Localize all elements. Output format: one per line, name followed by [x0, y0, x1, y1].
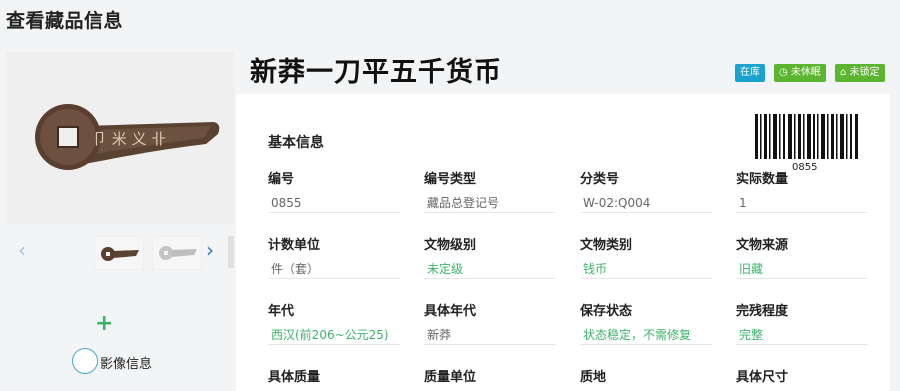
- field-value: 藏品总登记号: [424, 194, 556, 213]
- status-badge-in-stock: 在库: [735, 64, 765, 82]
- field-label: 质地: [580, 370, 607, 385]
- clock-icon: ◷: [779, 67, 788, 78]
- field-value: 旧藏: [736, 260, 868, 279]
- thumbnail-1[interactable]: [94, 236, 144, 270]
- field-label: 具体质量: [268, 370, 321, 385]
- field-label: 分类号: [580, 172, 620, 187]
- svg-text:卩 米 义 卝: 卩 米 义 卝: [92, 130, 166, 148]
- thumbnail-image: [153, 237, 201, 269]
- main-artifact-image[interactable]: 卩 米 义 卝: [6, 52, 234, 224]
- knife-coin-image: 卩 米 义 卝: [6, 52, 234, 224]
- chevron-right-icon[interactable]: ›: [206, 240, 214, 260]
- field-number-type: 编号类型 藏品总登记号: [424, 168, 556, 213]
- thumbnail-image: [95, 237, 143, 269]
- field-integrity: 完残程度 完整: [736, 300, 868, 345]
- status-badge-label: 在库: [740, 67, 760, 78]
- field-preservation-status: 保存状态 状态稳定，不需修复: [580, 300, 712, 345]
- field-value: 状态稳定，不需修复: [580, 326, 712, 345]
- timeline-label-image-info[interactable]: 影像信息: [100, 353, 152, 372]
- barcode-image: [755, 114, 858, 159]
- field-value: 新莽: [424, 326, 556, 345]
- field-relic-category: 文物类别 钱币: [580, 234, 712, 279]
- add-icon[interactable]: +: [95, 313, 113, 335]
- field-label: 质量单位: [424, 370, 477, 385]
- field-relic-source: 文物来源 旧藏: [736, 234, 868, 279]
- field-label: 计数单位: [268, 238, 321, 253]
- field-number: 编号 0855: [268, 168, 400, 213]
- field-label: 年代: [268, 304, 295, 319]
- field-relic-level: 文物级别 未定级: [424, 234, 556, 279]
- field-label: 文物来源: [736, 238, 789, 253]
- chevron-left-icon[interactable]: ‹: [18, 240, 26, 260]
- field-era: 年代 西汉(前206~公元25): [268, 300, 400, 345]
- field-value: 未定级: [424, 260, 556, 279]
- field-specific-size: 具体尺寸: [736, 366, 868, 385]
- field-category-number: 分类号 W-02:Q004: [580, 168, 712, 213]
- thumbnail-strip: ‹ ›: [6, 230, 234, 276]
- field-value: 0855: [268, 194, 400, 213]
- basic-info-card: 基本信息 0855 编号 0855 编号类型 藏品总登记号 分类号 W-02:Q…: [236, 94, 890, 391]
- field-specific-era: 具体年代 新莽: [424, 300, 556, 345]
- field-label: 文物级别: [424, 238, 477, 253]
- field-label: 文物类别: [580, 238, 633, 253]
- thumbnail-3-partial[interactable]: [228, 236, 234, 268]
- field-label: 具体年代: [424, 304, 477, 319]
- field-actual-quantity: 实际数量 1: [736, 168, 868, 213]
- field-count-unit: 计数单位 件（套）: [268, 234, 400, 279]
- lock-icon: ⌂: [840, 67, 847, 78]
- field-specific-mass: 具体质量: [268, 366, 400, 385]
- field-material: 质地: [580, 366, 712, 385]
- page-title: 查看藏品信息: [6, 10, 124, 32]
- field-value: 钱币: [580, 260, 712, 279]
- status-badge-not-dormant: ◷ 未休眠: [774, 64, 826, 82]
- field-label: 具体尺寸: [736, 370, 789, 385]
- section-title-basic-info: 基本信息: [268, 135, 324, 151]
- field-label: 编号类型: [424, 172, 477, 187]
- status-badge-label: 未休眠: [790, 67, 821, 78]
- field-label: 实际数量: [736, 172, 789, 187]
- field-value: W-02:Q004: [580, 194, 712, 213]
- field-value: 完整: [736, 326, 868, 345]
- field-label: 完残程度: [736, 304, 789, 319]
- status-badge-not-locked: ⌂ 未锁定: [835, 64, 885, 82]
- thumbnail-2[interactable]: [152, 236, 202, 270]
- field-value: 1: [736, 194, 868, 213]
- field-value: 西汉(前206~公元25): [268, 326, 400, 345]
- field-value: 件（套）: [268, 260, 400, 279]
- status-badge-label: 未锁定: [849, 67, 880, 78]
- field-label: 保存状态: [580, 304, 633, 319]
- timeline-node-icon: [72, 348, 98, 374]
- item-title: 新莽一刀平五千货币: [250, 57, 502, 88]
- field-label: 编号: [268, 172, 295, 187]
- field-mass-unit: 质量单位: [424, 366, 556, 385]
